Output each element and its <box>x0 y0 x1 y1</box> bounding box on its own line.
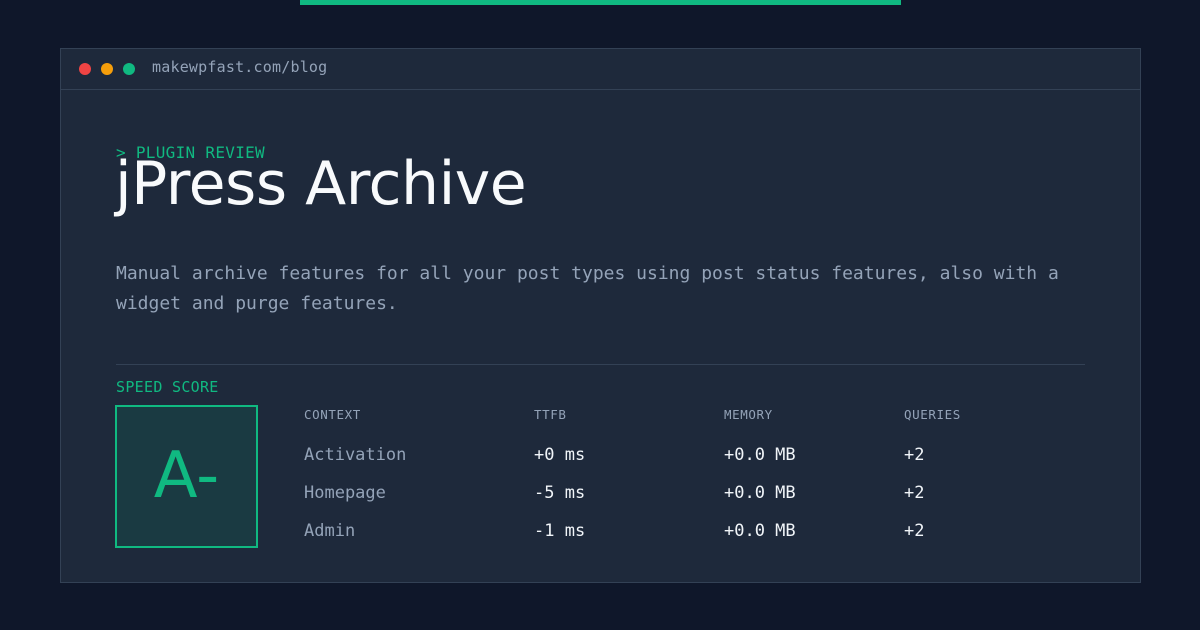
row-memory: +0.0 MB <box>724 483 796 503</box>
speed-grade: A- <box>153 439 220 513</box>
window-titlebar: makewpfast.com/blog <box>61 49 1140 90</box>
window-url: makewpfast.com/blog <box>152 58 328 76</box>
row-queries: +2 <box>904 445 925 465</box>
maximize-dot-icon[interactable] <box>123 63 135 75</box>
row-context: Admin <box>304 521 356 541</box>
row-memory: +0.0 MB <box>724 445 796 465</box>
row-ttfb: -1 ms <box>534 521 586 541</box>
row-ttfb: +0 ms <box>534 445 586 465</box>
minimize-dot-icon[interactable] <box>101 63 113 75</box>
column-header-queries: QUERIES <box>904 407 961 422</box>
section-divider <box>116 364 1085 365</box>
row-context: Homepage <box>304 483 386 503</box>
page-title: jPress Archive <box>115 149 527 219</box>
column-header-memory: MEMORY <box>724 407 773 422</box>
row-queries: +2 <box>904 483 925 503</box>
row-ttfb: -5 ms <box>534 483 586 503</box>
browser-window: makewpfast.com/blog > PLUGIN REVIEW jPre… <box>60 48 1141 583</box>
row-memory: +0.0 MB <box>724 521 796 541</box>
speed-grade-box: A- <box>115 405 258 548</box>
column-header-context: CONTEXT <box>304 407 361 422</box>
speed-score-label: SPEED SCORE <box>116 378 219 396</box>
column-header-ttfb: TTFB <box>534 407 567 422</box>
plugin-description: Manual archive features for all your pos… <box>116 263 1059 314</box>
top-accent-bar <box>300 0 901 5</box>
close-dot-icon[interactable] <box>79 63 91 75</box>
row-queries: +2 <box>904 521 925 541</box>
row-context: Activation <box>304 445 407 465</box>
